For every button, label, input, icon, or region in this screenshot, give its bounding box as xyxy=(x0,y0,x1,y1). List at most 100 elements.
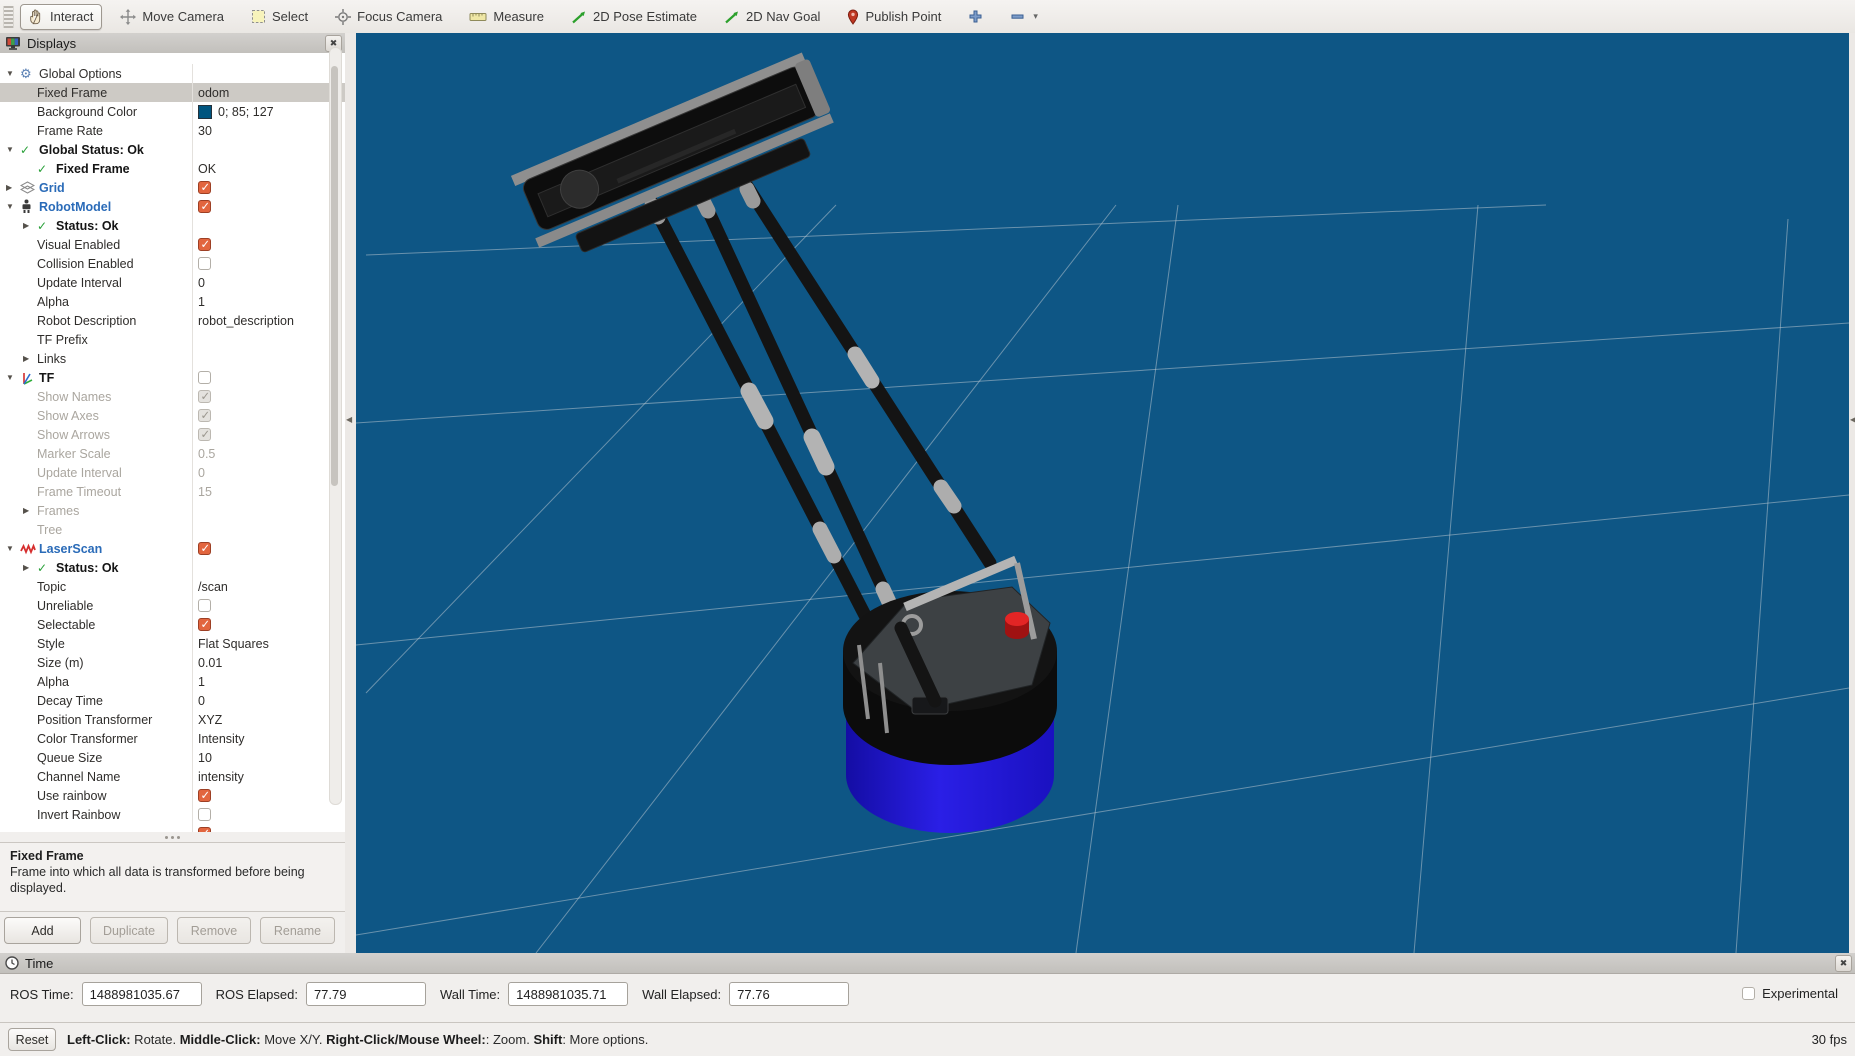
2d-pose-estimate-tool-button[interactable]: 2D Pose Estimate xyxy=(562,4,706,30)
tree-row-collision-enabled[interactable]: Collision Enabled xyxy=(0,254,345,273)
property-name-cell[interactable]: Update Interval xyxy=(0,273,192,292)
experimental-checkbox[interactable] xyxy=(1742,987,1756,1000)
experimental-toggle[interactable]: Experimental xyxy=(1742,986,1838,1001)
ros-time-input[interactable] xyxy=(81,982,202,1006)
ros-elapsed-input[interactable] xyxy=(305,982,426,1006)
property-name-cell[interactable]: Decay Time xyxy=(0,691,192,710)
tree-row-invert-rainbow[interactable]: Invert Rainbow xyxy=(0,805,345,824)
publish-point-tool-button[interactable]: Publish Point xyxy=(838,4,950,30)
property-checkbox[interactable] xyxy=(198,180,211,194)
time-panel-header[interactable]: Time ✖ xyxy=(0,953,1855,974)
property-value-cell[interactable] xyxy=(192,368,345,387)
property-value-cell[interactable]: 0; 85; 127 xyxy=(192,102,345,121)
measure-tool-button[interactable]: Measure xyxy=(460,4,553,30)
property-name-cell[interactable]: Fixed Frame xyxy=(0,83,192,102)
tree-row-update-interval[interactable]: Update Interval 0 xyxy=(0,273,345,292)
expander-icon[interactable]: ▼ xyxy=(6,373,20,382)
property-value-cell[interactable] xyxy=(192,786,345,805)
displays-tree[interactable]: ▼ ⚙ Global Options Fixed Frame odom Backgroun… xyxy=(0,53,345,832)
tree-row-show-arrows[interactable]: Show Arrows xyxy=(0,425,345,444)
property-name-cell[interactable]: Tree xyxy=(0,520,192,539)
property-value-cell[interactable]: Intensity xyxy=(192,729,345,748)
tree-row-frame-timeout[interactable]: Frame Timeout 15 xyxy=(0,482,345,501)
tree-row-decay-time[interactable]: Decay Time 0 xyxy=(0,691,345,710)
collapse-right-icon[interactable]: ◀ xyxy=(1850,415,1855,424)
property-value-cell[interactable]: odom xyxy=(192,83,345,102)
property-checkbox[interactable] xyxy=(198,427,211,441)
duplicate-button[interactable]: Duplicate xyxy=(90,917,168,944)
expander-icon[interactable]: ▶ xyxy=(6,183,20,192)
tree-row-size-m[interactable]: Size (m) 0.01 xyxy=(0,653,345,672)
tree-row-show-names[interactable]: Show Names xyxy=(0,387,345,406)
property-value-cell[interactable]: 0.5 xyxy=(192,444,345,463)
property-name-cell[interactable]: ▼ RobotModel xyxy=(0,197,192,216)
expander-icon[interactable]: ▼ xyxy=(6,145,20,154)
property-value-cell[interactable]: robot_description xyxy=(192,311,345,330)
dock-splitter-right[interactable]: ◀ xyxy=(1849,33,1855,953)
tree-row-robotmodel[interactable]: ▼ RobotModel xyxy=(0,197,345,216)
property-checkbox[interactable] xyxy=(198,199,211,213)
property-name-cell[interactable]: ▼ ✓ Global Status: Ok xyxy=(0,140,192,159)
property-value-cell[interactable]: 0.01 xyxy=(192,653,345,672)
help-splitter-handle[interactable] xyxy=(0,832,345,842)
property-value-cell[interactable] xyxy=(192,425,345,444)
tree-row-tf[interactable]: ▼ TF xyxy=(0,368,345,387)
tree-row-position-transformer[interactable]: Position Transformer XYZ xyxy=(0,710,345,729)
collapse-left-icon[interactable]: ◀ xyxy=(346,415,352,424)
property-name-cell[interactable]: Alpha xyxy=(0,672,192,691)
property-name-cell[interactable]: Show Names xyxy=(0,387,192,406)
tree-row-global-status-ok[interactable]: ▼ ✓ Global Status: Ok xyxy=(0,140,345,159)
dock-splitter-left[interactable]: ◀ xyxy=(345,33,356,953)
property-value-cell[interactable]: XYZ xyxy=(192,710,345,729)
property-name-cell[interactable]: Channel Name xyxy=(0,767,192,786)
property-value-cell[interactable] xyxy=(192,197,345,216)
property-name-cell[interactable]: Collision Enabled xyxy=(0,254,192,273)
expander-icon[interactable]: ▼ xyxy=(6,69,20,78)
color-swatch[interactable] xyxy=(198,104,212,119)
property-name-cell[interactable]: ▼ LaserScan xyxy=(0,539,192,558)
property-name-cell[interactable]: Selectable xyxy=(0,615,192,634)
remove-display-tool-button[interactable]: ▾ xyxy=(1001,4,1047,30)
property-name-cell[interactable]: Invert Rainbow xyxy=(0,805,192,824)
tree-row-fixed-frame[interactable]: Fixed Frame odom xyxy=(0,83,345,102)
move-camera-tool-button[interactable]: Move Camera xyxy=(111,4,233,30)
property-value-cell[interactable] xyxy=(192,539,345,558)
tree-row-alpha[interactable]: Alpha 1 xyxy=(0,292,345,311)
property-checkbox[interactable] xyxy=(198,599,211,612)
property-value-cell[interactable]: 15 xyxy=(192,482,345,501)
property-value-cell[interactable]: 0 xyxy=(192,691,345,710)
property-name-cell[interactable] xyxy=(0,824,192,832)
tree-row-style[interactable]: Style Flat Squares xyxy=(0,634,345,653)
tree-row-tf-prefix[interactable]: TF Prefix xyxy=(0,330,345,349)
tree-row-links[interactable]: ▶ Links xyxy=(0,349,345,368)
property-value-cell[interactable] xyxy=(192,824,345,832)
time-close-icon[interactable]: ✖ xyxy=(1835,955,1852,972)
property-checkbox[interactable] xyxy=(198,237,211,251)
property-value-cell[interactable] xyxy=(192,387,345,406)
focus-camera-tool-button[interactable]: Focus Camera xyxy=(326,4,451,30)
property-value-cell[interactable]: 0 xyxy=(192,463,345,482)
property-name-cell[interactable]: Use rainbow xyxy=(0,786,192,805)
2d-nav-goal-tool-button[interactable]: 2D Nav Goal xyxy=(715,4,829,30)
property-name-cell[interactable]: Frame Timeout xyxy=(0,482,192,501)
scrollbar-handle[interactable] xyxy=(331,66,338,486)
tree-row-use-rainbow[interactable]: Use rainbow xyxy=(0,786,345,805)
property-name-cell[interactable]: Color Transformer xyxy=(0,729,192,748)
property-name-cell[interactable]: Size (m) xyxy=(0,653,192,672)
property-name-cell[interactable]: Background Color xyxy=(0,102,192,121)
tree-row-fixed-frame[interactable]: ✓ Fixed Frame OK xyxy=(0,159,345,178)
property-value-cell[interactable]: Flat Squares xyxy=(192,634,345,653)
property-name-cell[interactable]: Style xyxy=(0,634,192,653)
expander-icon[interactable]: ▶ xyxy=(23,221,37,230)
property-checkbox[interactable] xyxy=(198,257,211,270)
tree-row-partial[interactable] xyxy=(0,824,345,832)
tree-row-alpha[interactable]: Alpha 1 xyxy=(0,672,345,691)
tree-row-grid[interactable]: ▶ Grid xyxy=(0,178,345,197)
toolbar-grip-handle[interactable] xyxy=(3,5,14,28)
property-value-cell[interactable] xyxy=(192,235,345,254)
expander-icon[interactable]: ▼ xyxy=(6,544,20,553)
property-checkbox[interactable] xyxy=(198,408,211,422)
property-value-cell[interactable] xyxy=(192,805,345,824)
property-value-cell[interactable]: /scan xyxy=(192,577,345,596)
expander-icon[interactable]: ▼ xyxy=(6,202,20,211)
